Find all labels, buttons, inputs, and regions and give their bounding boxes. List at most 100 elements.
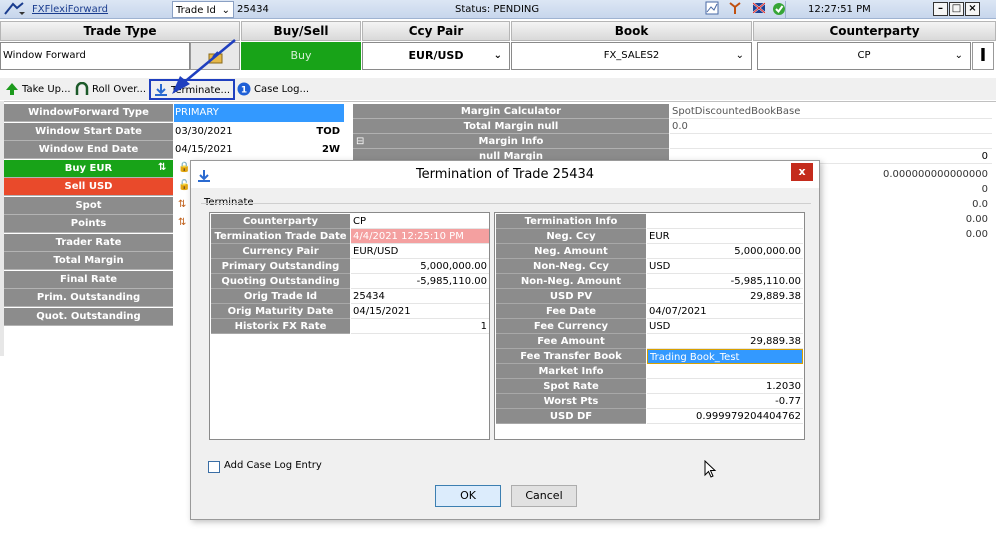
grid-label: Fee Date [496,304,646,319]
field-label: WindowForward Type [4,104,173,122]
book-select[interactable]: FX_SALES2 ⌄ [511,42,752,70]
sell-usd-label: Sell USD [4,178,173,196]
field-label: Quot. Outstanding [4,308,173,326]
margin-label: Total Margin null [353,119,669,134]
lock-icon[interactable]: 🔒 [178,162,190,173]
unlock-icon[interactable]: 🔓 [178,180,190,191]
grid-value[interactable]: EUR [647,229,803,244]
terminate-right-panel: Termination Info Neg. Ccy EUR Neg. Amount 5,… [494,212,805,440]
cancel-button[interactable]: Cancel [511,485,577,507]
mouse-cursor-icon [704,460,717,478]
svg-text:1: 1 [241,86,247,96]
grid-label: Worst Pts [496,394,646,409]
margin-value: 0.00 [965,229,988,240]
case-log-button[interactable]: 1 Case Log... [237,81,309,98]
grid-label: Counterparty [211,214,350,229]
roll-over-button[interactable]: Roll Over... [75,81,146,98]
field-label: Window Start Date [4,123,173,141]
grid-value[interactable]: 04/15/2021 [351,304,489,319]
ccy-pair-header: Ccy Pair [362,21,510,41]
field-value[interactable]: 04/15/2021 2W [174,141,344,159]
grid-value[interactable]: CP [351,214,489,229]
title-bar: FXFlexiForward Trade Id ⌄ 25434 Status: P… [0,0,996,19]
app-link[interactable]: FXFlexiForward [32,1,108,18]
grid-value[interactable]: USD [647,259,803,274]
download-icon [197,166,211,193]
ok-button[interactable]: OK [435,485,501,507]
margin-value: 0.0 [670,119,992,134]
grid-label: Non-Neg. Ccy [496,259,646,274]
grid-value[interactable]: 04/07/2021 [647,304,803,319]
grid-label: Currency Pair [211,244,350,259]
grid-label: Spot Rate [496,379,646,394]
grid-value[interactable]: 1 [351,319,489,334]
grid-value[interactable] [647,364,803,379]
ccy-pair-select[interactable]: EUR/USD ⌄ [362,42,510,70]
close-button[interactable]: x [791,163,813,181]
termination-dialog: Termination of Trade 25434 x Terminate C… [190,160,820,520]
trade-id-field[interactable]: 25434 [237,1,269,18]
maximize-button[interactable]: □ [949,2,964,16]
app-menu-icon[interactable] [3,1,27,18]
chevron-down-icon: ⌄ [735,50,744,61]
add-case-log-checkbox[interactable] [208,461,220,473]
divider [201,203,811,204]
field-value-text: PRIMARY [175,107,219,118]
grid-label: Termination Trade Date [211,229,350,244]
close-window-button[interactable]: × [965,2,980,16]
status-label: Status: PENDING [455,4,540,15]
grid-label: Termination Info [496,214,646,229]
terminate-left-panel: Counterparty CP Termination Trade Date 4/4/… [209,212,490,440]
field-value[interactable]: PRIMARY [174,104,344,122]
field-value[interactable]: 03/30/2021 TOD [174,123,344,141]
fee-transfer-book-field[interactable]: Trading Book_Test [647,349,803,364]
grid-value[interactable]: USD [647,319,803,334]
swap-icon[interactable]: ⇅ [178,199,186,210]
grid-value[interactable]: -5,985,110.00 [351,274,489,289]
split-icon[interactable] [728,1,742,18]
add-case-log-label: Add Case Log Entry [224,460,322,471]
grid-value[interactable]: 25434 [351,289,489,304]
swap-icon[interactable]: ⇅ [178,217,186,228]
grid-value[interactable] [647,214,803,229]
flag-icon[interactable] [752,1,766,18]
chart-icon[interactable] [705,1,719,18]
grid-label: Primary Outstanding [211,259,350,274]
grid-value[interactable]: -0.77 [647,394,803,409]
margin-value: 0 [981,184,988,195]
grid-label: Orig Trade Id [211,289,350,304]
counterparty-select[interactable]: CP ⌄ I [753,42,996,70]
field-value-text: 03/30/2021 [175,126,233,137]
action-toolbar: Take Up... Roll Over... Terminate... 1 Ca… [0,78,996,100]
grid-value[interactable]: 1.2030 [647,379,803,394]
text-cursor-icon[interactable]: I [972,42,994,70]
clock-time: 12:27:51 PM [808,4,871,15]
grid-value[interactable]: -5,985,110.00 [647,274,803,289]
chevron-down-icon: ⌄ [493,50,502,61]
margin-value: 0.0 [972,199,988,210]
counterparty-header: Counterparty [753,21,996,41]
dialog-title-bar: Termination of Trade 25434 x [191,161,819,188]
arrow-up-icon [5,82,19,96]
id-type-select[interactable]: Trade Id ⌄ [172,1,234,18]
margin-label: Margin Info [353,134,669,149]
grid-value[interactable]: 5,000,000.00 [351,259,489,274]
buy-sell-button[interactable]: Buy [241,42,361,70]
termination-date-field[interactable]: 4/4/2021 12:25:10 PM [351,229,489,244]
grid-label: Orig Maturity Date [211,304,350,319]
grid-label: USD DF [496,409,646,424]
divider [785,1,786,18]
minimize-button[interactable]: – [933,2,948,16]
collapse-icon[interactable]: ⊟ [356,134,364,149]
margin-value: 0.00 [965,214,988,225]
grid-value[interactable]: EUR/USD [351,244,489,259]
dialog-title: Termination of Trade 25434 [415,167,595,182]
book-header: Book [511,21,752,41]
grid-value[interactable]: 29,889.38 [647,289,803,304]
buy-eur-label: Buy EUR [4,160,173,178]
grid-value[interactable]: 5,000,000.00 [647,244,803,259]
grid-value[interactable]: 0.999979204404762 [647,409,803,424]
take-up-button[interactable]: Take Up... [5,81,71,98]
grid-value[interactable]: 29,889.38 [647,334,803,349]
up-down-icon[interactable]: ⇅ [158,162,166,173]
